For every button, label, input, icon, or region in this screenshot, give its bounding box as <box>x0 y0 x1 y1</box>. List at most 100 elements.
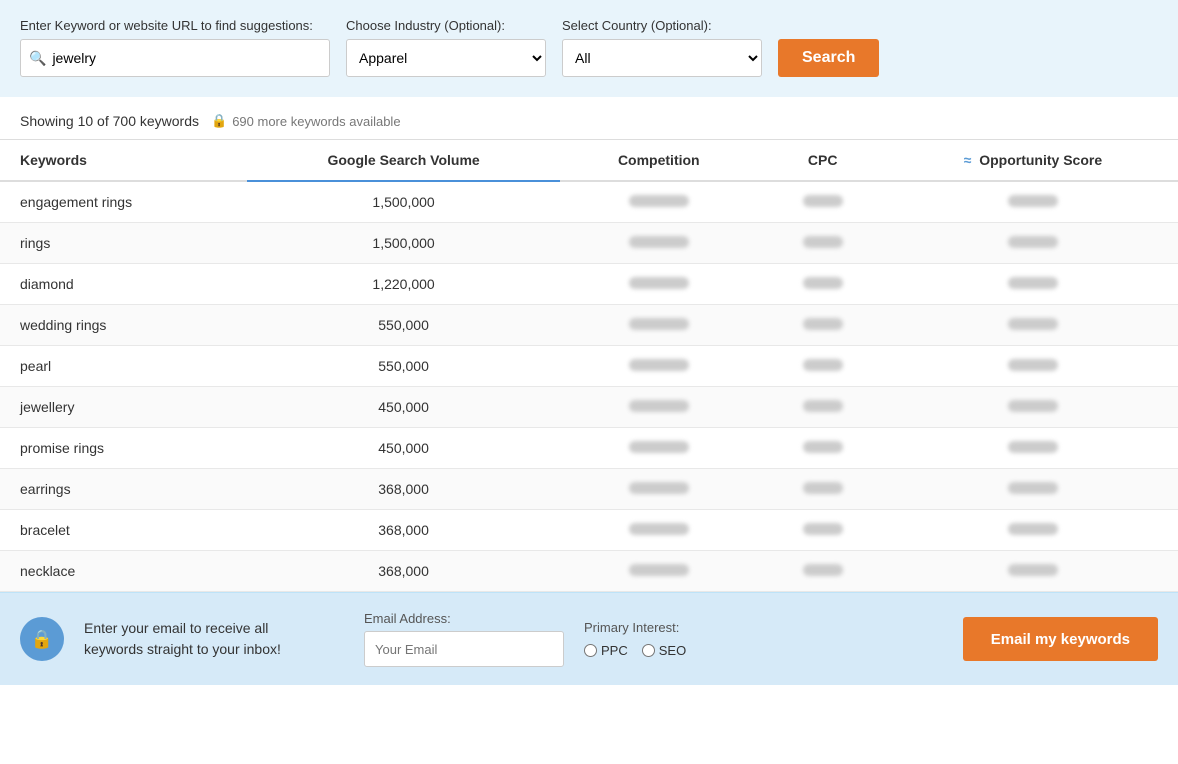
volume-cell: 550,000 <box>247 305 560 346</box>
competition-cell <box>560 264 758 305</box>
opportunity-cell <box>888 264 1178 305</box>
table-row: wedding rings550,000 <box>0 305 1178 346</box>
keyword-field: Enter Keyword or website URL to find sug… <box>20 18 330 77</box>
cpc-cell <box>758 510 888 551</box>
cpc-cell <box>758 223 888 264</box>
volume-cell: 1,220,000 <box>247 264 560 305</box>
col-header-keywords: Keywords <box>0 140 247 182</box>
cpc-cell <box>758 305 888 346</box>
volume-cell: 1,500,000 <box>247 223 560 264</box>
competition-cell <box>560 551 758 592</box>
industry-field: Choose Industry (Optional): Apparel Arts… <box>346 18 546 77</box>
volume-cell: 1,500,000 <box>247 181 560 223</box>
keyword-cell: bracelet <box>0 510 247 551</box>
volume-cell: 450,000 <box>247 428 560 469</box>
seo-radio[interactable] <box>642 644 655 657</box>
table-row: promise rings450,000 <box>0 428 1178 469</box>
competition-cell <box>560 223 758 264</box>
wave-icon: ≈ <box>964 152 972 168</box>
primary-interest: Primary Interest: PPC SEO <box>584 620 686 658</box>
competition-cell <box>560 387 758 428</box>
col-header-cpc: CPC <box>758 140 888 182</box>
opportunity-cell <box>888 510 1178 551</box>
keyword-cell: diamond <box>0 264 247 305</box>
keyword-cell: necklace <box>0 551 247 592</box>
volume-cell: 550,000 <box>247 346 560 387</box>
cpc-cell <box>758 551 888 592</box>
keyword-cell: pearl <box>0 346 247 387</box>
table-row: rings1,500,000 <box>0 223 1178 264</box>
col-header-competition: Competition <box>560 140 758 182</box>
showing-text: Showing 10 of 700 keywords <box>20 113 199 129</box>
lock-emoji: 🔒 <box>31 629 53 650</box>
email-input[interactable] <box>364 631 564 667</box>
more-available-text: 690 more keywords available <box>232 114 400 129</box>
keyword-cell: wedding rings <box>0 305 247 346</box>
opportunity-cell <box>888 469 1178 510</box>
ppc-radio-label[interactable]: PPC <box>584 643 628 658</box>
competition-cell <box>560 510 758 551</box>
opportunity-cell <box>888 181 1178 223</box>
cpc-cell <box>758 469 888 510</box>
competition-cell <box>560 346 758 387</box>
opportunity-cell <box>888 346 1178 387</box>
competition-cell <box>560 181 758 223</box>
opportunity-cell <box>888 551 1178 592</box>
volume-cell: 368,000 <box>247 551 560 592</box>
email-keywords-button[interactable]: Email my keywords <box>963 617 1158 661</box>
keyword-cell: jewellery <box>0 387 247 428</box>
keyword-input-wrapper: 🔍 <box>20 39 330 77</box>
volume-cell: 450,000 <box>247 387 560 428</box>
table-row: jewellery450,000 <box>0 387 1178 428</box>
competition-cell <box>560 305 758 346</box>
country-select[interactable]: All United States United Kingdom Canada … <box>562 39 762 77</box>
keyword-label: Enter Keyword or website URL to find sug… <box>20 18 330 33</box>
cpc-cell <box>758 428 888 469</box>
cpc-cell <box>758 346 888 387</box>
keyword-input[interactable] <box>52 50 321 66</box>
col-header-opportunity: ≈ Opportunity Score <box>888 140 1178 182</box>
keyword-cell: engagement rings <box>0 181 247 223</box>
seo-label-text: SEO <box>659 643 686 658</box>
cpc-cell <box>758 181 888 223</box>
table-row: pearl550,000 <box>0 346 1178 387</box>
lock-icon: 🔒 <box>211 113 227 129</box>
ppc-radio[interactable] <box>584 644 597 657</box>
cpc-cell <box>758 387 888 428</box>
keyword-cell: earrings <box>0 469 247 510</box>
search-section: Enter Keyword or website URL to find sug… <box>0 0 1178 97</box>
country-label: Select Country (Optional): <box>562 18 762 33</box>
opportunity-cell <box>888 428 1178 469</box>
more-available: 🔒 690 more keywords available <box>211 113 401 129</box>
table-row: bracelet368,000 <box>0 510 1178 551</box>
email-lock-icon: 🔒 <box>20 617 64 661</box>
volume-cell: 368,000 <box>247 469 560 510</box>
industry-label: Choose Industry (Optional): <box>346 18 546 33</box>
search-button[interactable]: Search <box>778 39 879 77</box>
opportunity-cell <box>888 387 1178 428</box>
table-wrapper: Keywords Google Search Volume Competitio… <box>0 139 1178 592</box>
search-magnifier-icon: 🔍 <box>29 50 46 67</box>
email-promo-text: Enter your email to receive all keywords… <box>84 618 344 660</box>
competition-cell <box>560 469 758 510</box>
country-field: Select Country (Optional): All United St… <box>562 18 762 77</box>
table-row: engagement rings1,500,000 <box>0 181 1178 223</box>
opportunity-cell <box>888 305 1178 346</box>
promo-line2: keywords straight to your inbox! <box>84 641 281 657</box>
industry-select[interactable]: Apparel Arts & Entertainment Automotive … <box>346 39 546 77</box>
primary-interest-label: Primary Interest: <box>584 620 686 635</box>
col-header-volume: Google Search Volume <box>247 140 560 182</box>
seo-radio-label[interactable]: SEO <box>642 643 686 658</box>
promo-line1: Enter your email to receive all <box>84 620 268 636</box>
opportunity-cell <box>888 223 1178 264</box>
table-row: earrings368,000 <box>0 469 1178 510</box>
ppc-label-text: PPC <box>601 643 628 658</box>
col-header-opportunity-text: Opportunity Score <box>979 152 1102 168</box>
keyword-cell: rings <box>0 223 247 264</box>
table-row: diamond1,220,000 <box>0 264 1178 305</box>
table-header-row: Keywords Google Search Volume Competitio… <box>0 140 1178 182</box>
cpc-cell <box>758 264 888 305</box>
email-address-label: Email Address: <box>364 611 564 626</box>
keywords-table: Keywords Google Search Volume Competitio… <box>0 139 1178 592</box>
volume-cell: 368,000 <box>247 510 560 551</box>
